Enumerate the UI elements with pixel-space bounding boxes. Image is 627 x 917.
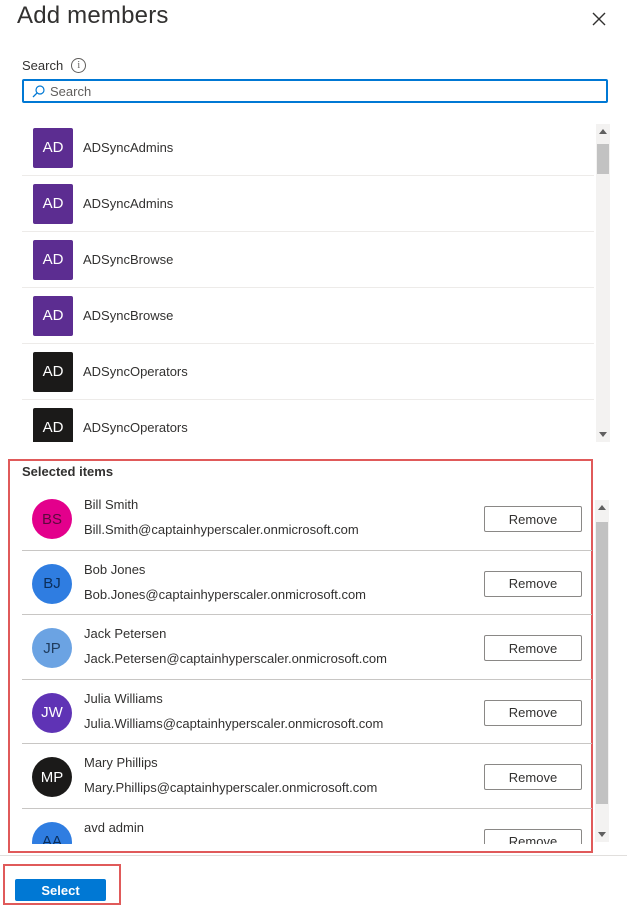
scroll-down-icon[interactable] bbox=[595, 828, 609, 842]
selected-item-row: JW Julia Williams Julia.Williams@captain… bbox=[22, 680, 592, 744]
search-input[interactable] bbox=[48, 81, 606, 101]
remove-button[interactable]: Remove bbox=[484, 635, 582, 661]
avatar: JW bbox=[32, 692, 72, 733]
member-email: Jack.Petersen@captainhyperscaler.onmicro… bbox=[84, 651, 387, 666]
avatar: BJ bbox=[32, 563, 72, 604]
member-name: Jack Petersen bbox=[84, 626, 167, 641]
member-name: Bill Smith bbox=[84, 497, 139, 512]
remove-button[interactable]: Remove bbox=[484, 570, 582, 597]
select-button[interactable]: Select bbox=[15, 879, 106, 901]
group-avatar: AD bbox=[33, 127, 73, 168]
avatar: MP bbox=[32, 757, 72, 797]
group-avatar: AD bbox=[33, 351, 73, 392]
selected-items-list: BS Bill Smith Bill.Smith@captainhypersca… bbox=[22, 486, 592, 844]
info-icon[interactable]: i bbox=[71, 57, 87, 73]
member-name: Bob Jones bbox=[84, 561, 146, 577]
close-button[interactable] bbox=[589, 9, 609, 29]
group-avatar: AD bbox=[33, 239, 73, 280]
result-row[interactable]: AD ADSyncAdmins bbox=[22, 176, 594, 232]
avatar: AA bbox=[32, 821, 72, 844]
result-name: ADSyncAdmins bbox=[83, 140, 174, 155]
selected-items-title: Selected items bbox=[22, 464, 114, 479]
result-name: ADSyncBrowse bbox=[83, 308, 174, 323]
result-name: ADSyncBrowse bbox=[83, 252, 174, 267]
result-name: ADSyncOperators bbox=[83, 364, 188, 379]
remove-button[interactable]: Remove bbox=[484, 506, 582, 532]
scroll-up-icon[interactable] bbox=[595, 500, 609, 514]
result-row[interactable]: AD ADSyncBrowse bbox=[22, 232, 594, 288]
scroll-thumb[interactable] bbox=[596, 522, 608, 804]
result-row[interactable]: AD ADSyncOperators bbox=[22, 344, 594, 400]
result-row[interactable]: AD ADSyncAdmins bbox=[22, 120, 594, 176]
search-label-row: Search i bbox=[22, 56, 87, 74]
selected-scrollbar[interactable] bbox=[595, 500, 609, 842]
scroll-down-icon[interactable] bbox=[596, 428, 610, 442]
remove-button[interactable]: Remove bbox=[484, 699, 582, 726]
avatar: JP bbox=[32, 628, 72, 668]
member-email: Mary.Phillips@captainhyperscaler.onmicro… bbox=[84, 780, 378, 795]
results-list: AD ADSyncAdmins AD ADSyncAdmins AD ADSyn… bbox=[22, 120, 594, 442]
search-label: Search bbox=[22, 57, 64, 73]
search-icon bbox=[28, 81, 48, 101]
group-avatar: AD bbox=[33, 295, 73, 336]
result-row[interactable]: AD ADSyncBrowse bbox=[22, 288, 594, 344]
member-email: Julia.Williams@captainhyperscaler.onmicr… bbox=[84, 715, 384, 731]
selected-item-row: AA avd admin Remove bbox=[22, 809, 592, 844]
footer-divider bbox=[0, 855, 627, 856]
search-box[interactable] bbox=[22, 79, 608, 103]
results-scrollbar[interactable] bbox=[596, 124, 610, 442]
result-row[interactable]: AD ADSyncOperators bbox=[22, 400, 594, 442]
avatar: BS bbox=[32, 499, 72, 539]
remove-button[interactable]: Remove bbox=[484, 764, 582, 790]
close-icon bbox=[592, 12, 606, 26]
remove-button[interactable]: Remove bbox=[484, 828, 582, 844]
member-name: Mary Phillips bbox=[84, 755, 158, 770]
group-avatar: AD bbox=[33, 183, 73, 224]
selected-item-row: MP Mary Phillips Mary.Phillips@captainhy… bbox=[22, 744, 592, 809]
result-name: ADSyncOperators bbox=[83, 420, 188, 435]
scroll-up-icon[interactable] bbox=[596, 124, 610, 138]
member-name: avd admin bbox=[84, 819, 144, 835]
member-email: Bob.Jones@captainhyperscaler.onmicrosoft… bbox=[84, 586, 367, 602]
member-email: Bill.Smith@captainhyperscaler.onmicrosof… bbox=[84, 522, 359, 537]
selected-item-row: JP Jack Petersen Jack.Petersen@captainhy… bbox=[22, 615, 592, 680]
panel-title: Add members bbox=[17, 2, 169, 29]
member-name: Julia Williams bbox=[84, 690, 163, 706]
group-avatar: AD bbox=[33, 407, 73, 442]
selected-item-row: BS Bill Smith Bill.Smith@captainhypersca… bbox=[22, 486, 592, 551]
result-name: ADSyncAdmins bbox=[83, 196, 174, 211]
selected-item-row: BJ Bob Jones Bob.Jones@captainhyperscale… bbox=[22, 551, 592, 615]
scroll-thumb[interactable] bbox=[597, 144, 609, 174]
